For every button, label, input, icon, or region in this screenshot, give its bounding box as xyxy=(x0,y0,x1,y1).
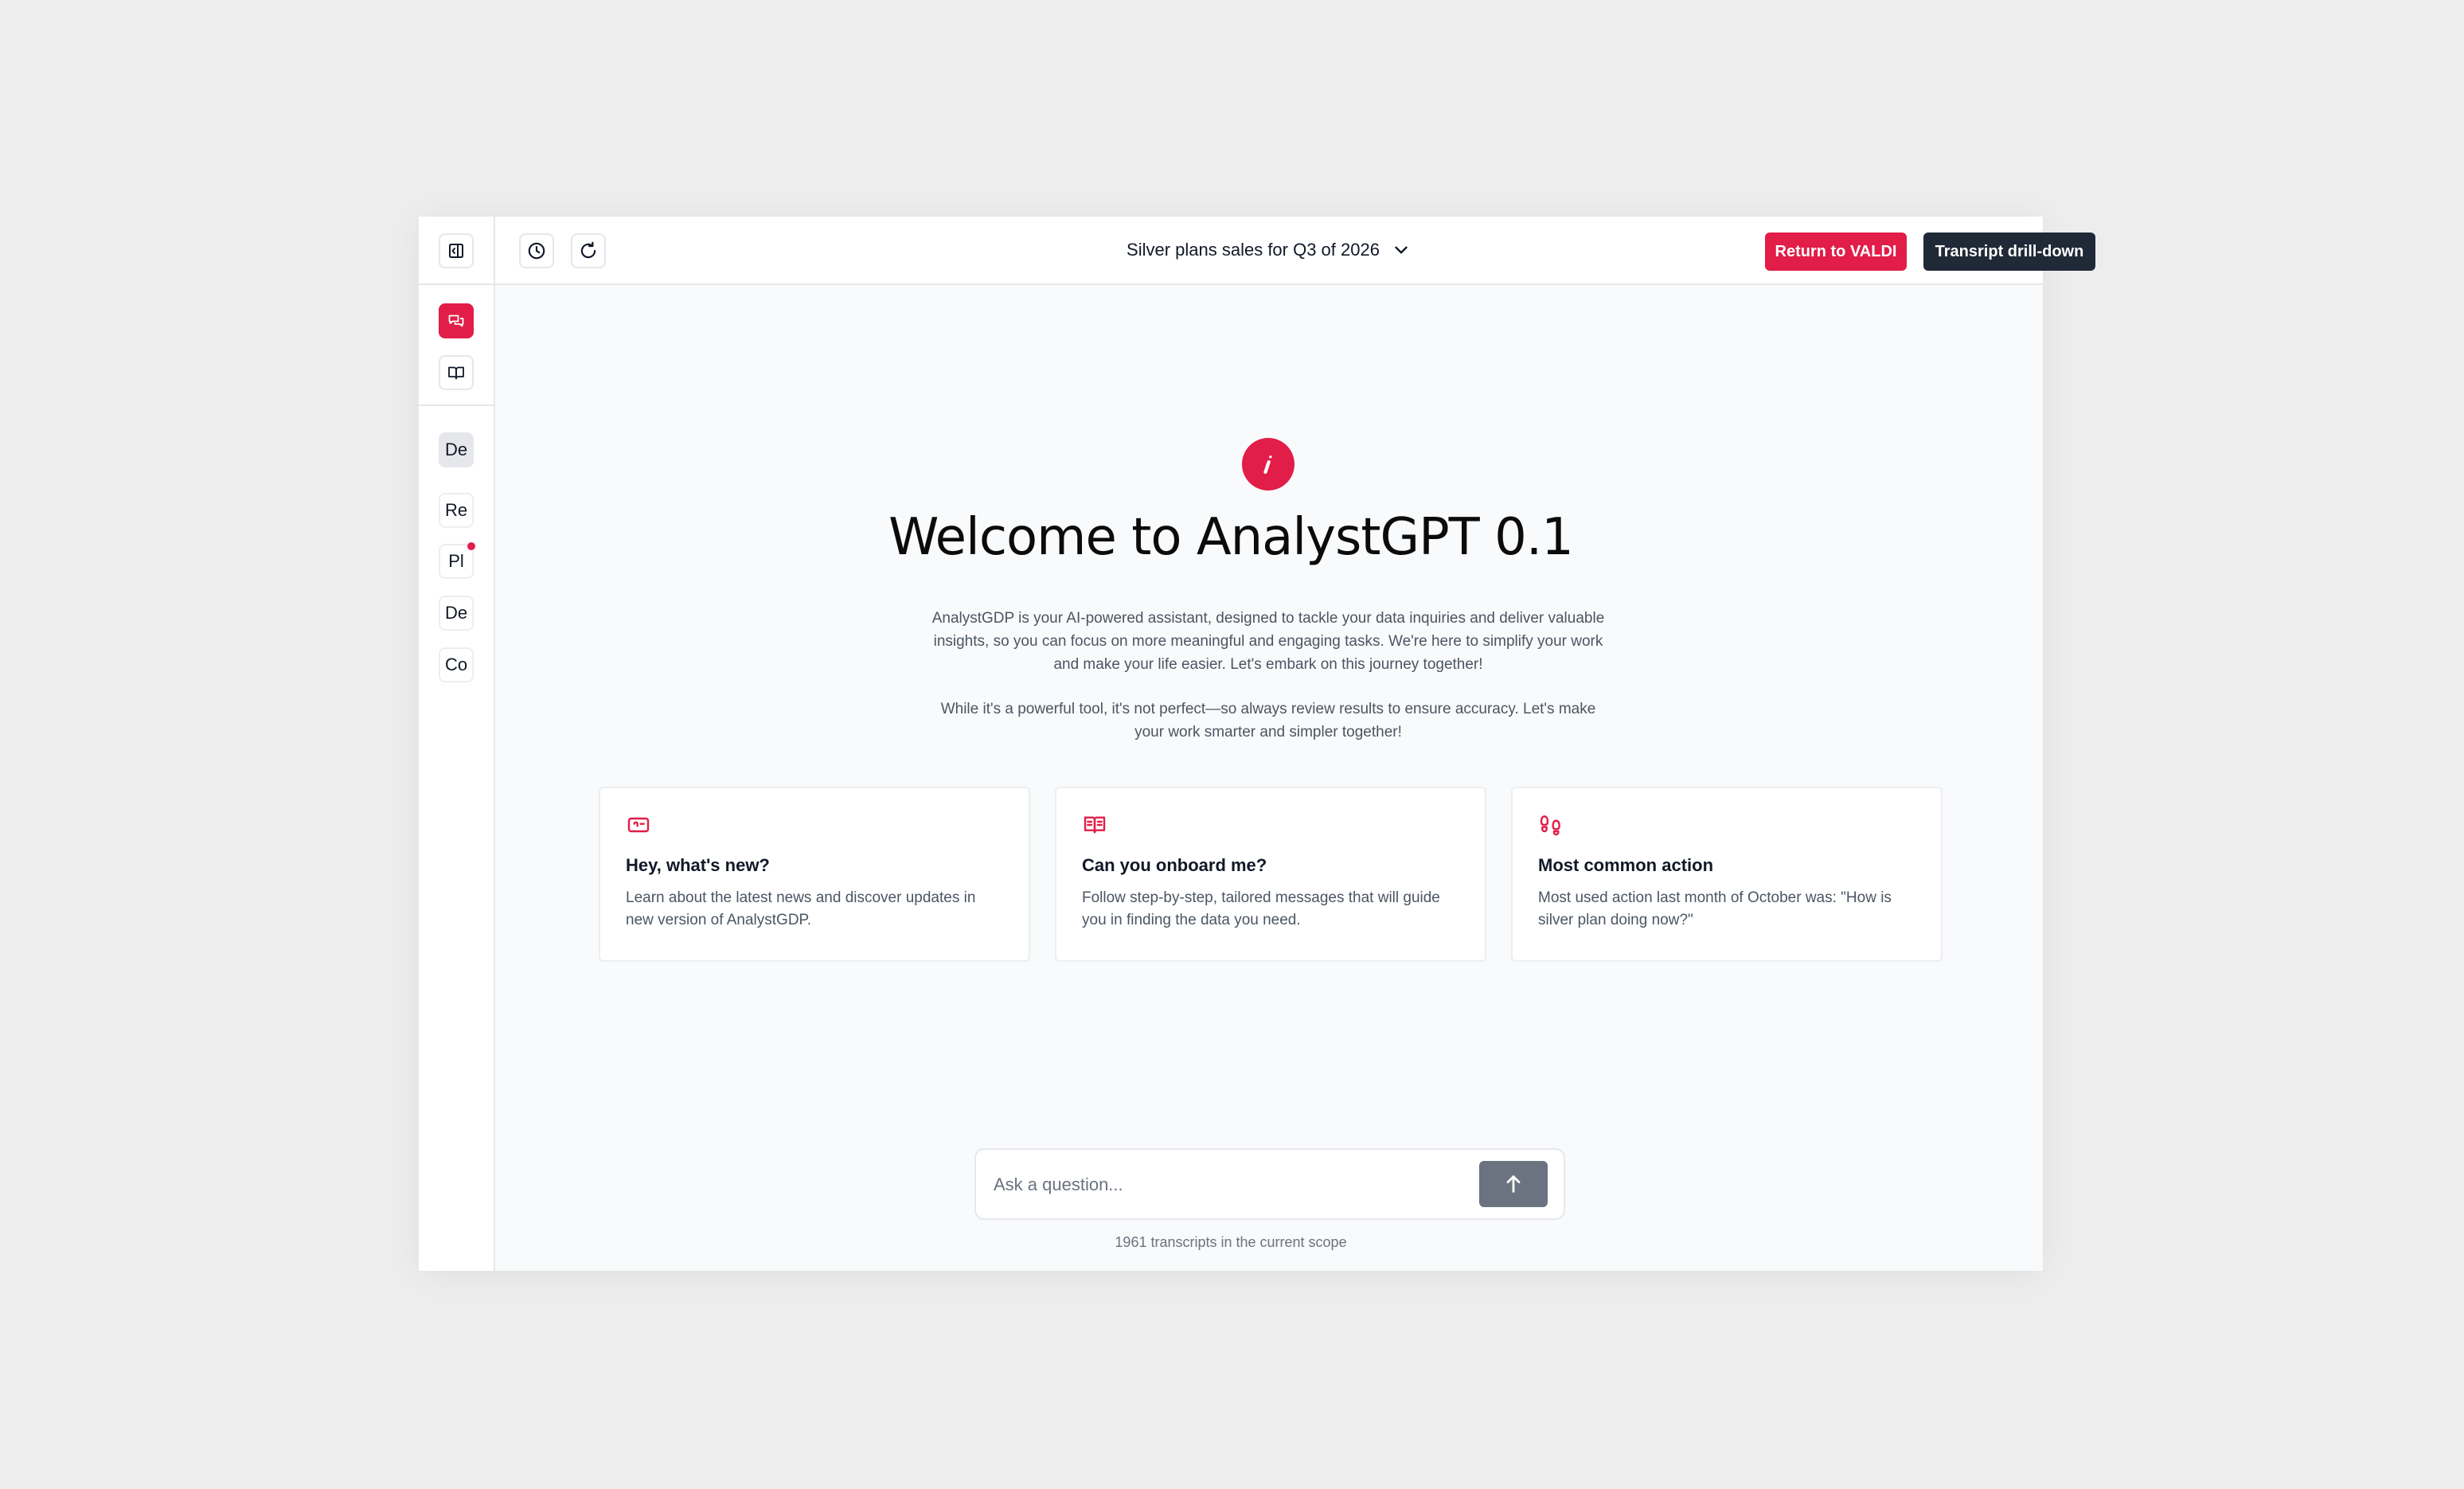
footprints-icon xyxy=(1540,815,1560,836)
sidebar: De Re Pl De Co xyxy=(419,217,495,1271)
topbar: Silver plans sales for Q3 of 2026 Return… xyxy=(495,217,2095,285)
ask-box xyxy=(974,1148,1565,1220)
whats-new-card[interactable]: Hey, what's new? Learn about the latest … xyxy=(599,787,1030,962)
sidebar-header xyxy=(419,217,494,285)
chat-icon xyxy=(448,315,464,327)
book-icon xyxy=(448,366,464,380)
sidebar-divider xyxy=(419,404,494,406)
transcript-drilldown-button[interactable]: Transript drill-down xyxy=(1923,233,2095,271)
open-book-icon xyxy=(1084,816,1106,834)
chat-nav-button[interactable] xyxy=(439,303,474,338)
question-input[interactable] xyxy=(992,1166,1457,1204)
transcripts-count: 1961 transcripts in the current scope xyxy=(1115,1234,1347,1250)
sidebar-item-label: De xyxy=(444,440,468,459)
intro-paragraph: AnalystGDP is your AI-powered assistant,… xyxy=(931,610,1605,673)
card-body: Follow step-by-step, tailored messages t… xyxy=(1082,889,1440,928)
info-icon xyxy=(1263,455,1272,475)
ticket-icon xyxy=(627,817,650,833)
refresh-icon xyxy=(580,241,596,259)
refresh-button[interactable] xyxy=(571,233,606,268)
card-body: Most used action last month of October w… xyxy=(1538,889,1892,928)
clock-icon xyxy=(528,242,545,260)
sidebar-item-label: De xyxy=(444,603,468,623)
library-nav-button[interactable] xyxy=(439,355,474,390)
welcome-heading: Welcome to AnalystGPT 0.1 xyxy=(888,508,1574,567)
chevron-down-icon[interactable] xyxy=(1391,240,1412,260)
sidebar-item-5[interactable]: Co xyxy=(439,647,474,682)
return-to-valdi-button[interactable]: Return to VALDI xyxy=(1765,233,1907,271)
app-window: De Re Pl De Co Silver plans sales for Q3… xyxy=(419,217,2095,1271)
scope-title[interactable]: Silver plans sales for Q3 of 2026 xyxy=(1127,240,1380,260)
card-title: Most common action xyxy=(1538,855,1714,875)
sidebar-item-4[interactable]: De xyxy=(439,596,474,631)
send-button[interactable] xyxy=(1479,1161,1548,1207)
panel-toggle-icon xyxy=(449,244,463,258)
history-button[interactable] xyxy=(519,233,554,268)
sidebar-item-1[interactable]: De xyxy=(439,432,474,467)
assistant-logo xyxy=(1242,438,1294,490)
disclaimer-paragraph: While it's a powerful tool, it's not per… xyxy=(940,701,1596,741)
sidebar-item-label: Co xyxy=(444,655,468,674)
card-title: Hey, what's new? xyxy=(626,855,770,875)
card-body: Learn about the latest news and discover… xyxy=(626,889,976,928)
common-action-card[interactable]: Most common action Most used action last… xyxy=(1511,787,1943,962)
arrow-up-icon xyxy=(1506,1175,1521,1193)
card-title: Can you onboard me? xyxy=(1082,855,1267,875)
panel-toggle-button[interactable] xyxy=(439,233,474,268)
onboard-card[interactable]: Can you onboard me? Follow step-by-step,… xyxy=(1055,787,1486,962)
